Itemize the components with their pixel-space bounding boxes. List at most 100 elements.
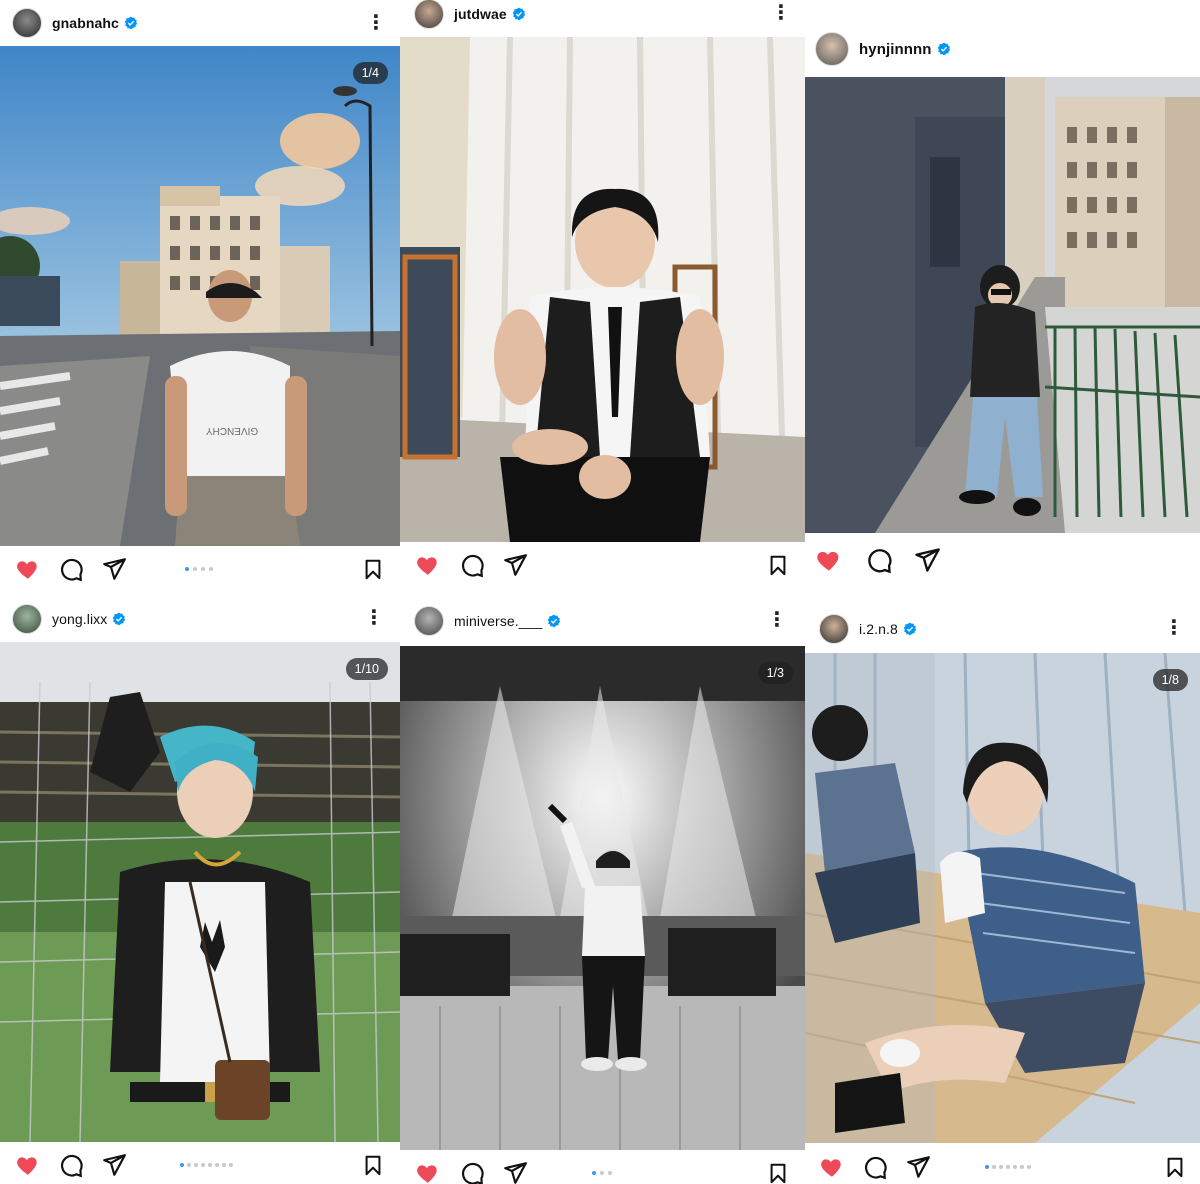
more-options-icon[interactable]: ⋮ [366,13,386,33]
photo-street-scene: GIVENCHY [0,46,400,546]
post-6: i.2.n.8 ⋮ 1/8 [805,598,1200,1184]
action-bar [0,556,400,590]
carousel-dot [1027,1165,1031,1169]
carousel-dot [600,1171,604,1175]
username[interactable]: yong.lixx [52,611,107,627]
post-header: i.2.n.8 ⋮ [805,614,1200,644]
comment-icon[interactable] [459,1160,485,1184]
carousel-counter: 1/4 [352,62,388,84]
action-bar [805,546,1200,580]
post-4: yong.lixx ⋮ 1/10 [0,598,400,1184]
post-header: yong.lixx ⋮ [0,604,400,634]
more-options-icon[interactable]: ⋮ [767,610,787,630]
carousel-counter: 1/8 [1152,669,1188,691]
comment-icon[interactable] [58,556,84,582]
username[interactable]: jutdwae [454,6,507,22]
share-icon[interactable] [502,552,528,578]
post-photo[interactable]: GIVENCHY 1/4 [0,46,400,546]
action-bar [400,1160,805,1184]
carousel-dot [992,1165,996,1169]
post-2: jutdwae ⋮ [400,0,805,598]
avatar[interactable] [12,8,42,38]
bookmark-icon[interactable] [362,1152,384,1178]
heart-icon[interactable] [415,552,441,578]
carousel-dot [201,567,205,571]
heart-icon[interactable] [15,556,41,582]
comment-icon[interactable] [862,1154,888,1180]
verified-badge-icon [937,42,950,56]
avatar[interactable] [12,604,42,634]
avatar[interactable] [815,32,849,66]
bookmark-icon[interactable] [767,1160,789,1184]
action-bar [400,552,805,586]
post-photo[interactable] [400,37,805,542]
carousel-dots [985,1165,1031,1169]
carousel-dot [215,1163,219,1167]
avatar[interactable] [414,0,444,29]
username[interactable]: hynjinnnn [859,41,932,58]
share-icon[interactable] [905,1154,931,1180]
more-options-icon[interactable]: ⋮ [771,3,791,23]
photo-paris-street [805,77,1200,533]
carousel-dots [180,1163,233,1167]
carousel-dot [608,1171,612,1175]
comment-icon[interactable] [459,552,485,578]
avatar[interactable] [414,606,444,636]
username[interactable]: i.2.n.8 [859,621,898,637]
post-photo[interactable] [805,77,1200,533]
carousel-dot [185,567,189,571]
share-icon[interactable] [101,556,127,582]
post-3: hynjinnnn [805,0,1200,598]
post-header: gnabnahc ⋮ [0,7,400,39]
action-bar [805,1154,1200,1184]
photo-concert-stage-bw [400,646,805,1150]
post-photo[interactable]: 1/8 [805,653,1200,1143]
verified-badge-icon [512,7,526,21]
carousel-dot [201,1163,205,1167]
photo-backstage-portrait [400,37,805,542]
more-options-icon[interactable]: ⋮ [1164,618,1184,638]
carousel-dot [1013,1165,1017,1169]
bookmark-icon[interactable] [1164,1154,1186,1180]
bookmark-icon[interactable] [767,552,789,578]
username[interactable]: miniverse.___ [454,613,542,629]
post-photo[interactable]: 1/10 [0,642,400,1142]
carousel-dot [193,567,197,571]
verified-badge-icon [548,614,561,628]
carousel-dot [209,567,213,571]
heart-icon[interactable] [15,1152,41,1178]
comment-icon[interactable] [58,1152,84,1178]
heart-icon[interactable] [819,1154,845,1180]
carousel-dot [187,1163,191,1167]
share-icon[interactable] [502,1160,528,1184]
heart-icon[interactable] [415,1160,441,1184]
comment-icon[interactable] [865,546,893,574]
carousel-dot [985,1165,989,1169]
post-header: jutdwae ⋮ [400,0,805,29]
post-1: gnabnahc ⋮ GIVENCHY 1/4 [0,0,400,598]
post-header: hynjinnnn [805,32,1200,66]
shirt-logo-text: GIVENCHY [206,425,259,436]
username[interactable]: gnabnahc [52,15,119,31]
carousel-dot [592,1171,596,1175]
verified-badge-icon [903,622,917,636]
carousel-dots [592,1171,612,1175]
post-photo[interactable]: 1/3 [400,646,805,1150]
verified-badge-icon [113,612,126,626]
carousel-dot [194,1163,198,1167]
share-icon[interactable] [101,1152,127,1178]
more-options-icon[interactable]: ⋮ [364,608,384,628]
avatar[interactable] [819,614,849,644]
photo-stadium-portrait [0,642,400,1142]
carousel-dot [208,1163,212,1167]
heart-icon[interactable] [815,546,843,574]
share-icon[interactable] [913,546,941,574]
post-header: miniverse.___ ⋮ [400,606,805,636]
action-bar [0,1152,400,1184]
post-5: miniverse.___ ⋮ 1/3 [400,598,805,1184]
carousel-counter: 1/3 [757,662,793,684]
photo-mirror-portrait [805,653,1200,1143]
carousel-dot [180,1163,184,1167]
carousel-counter: 1/10 [345,658,388,680]
bookmark-icon[interactable] [362,556,384,582]
